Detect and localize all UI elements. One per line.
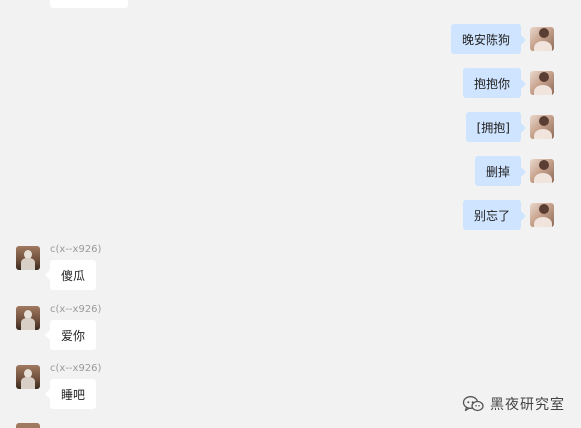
outgoing-message-bubble[interactable]: 删掉 bbox=[474, 156, 527, 186]
outgoing-message-bubble[interactable]: 抱抱你 bbox=[462, 68, 527, 98]
message-text: [拥抱] bbox=[476, 120, 510, 135]
outgoing-message: 删掉 bbox=[474, 156, 554, 186]
watermark: 黑夜研究室 bbox=[462, 394, 565, 414]
sender-name: c(x--x926) bbox=[50, 363, 102, 374]
self-avatar[interactable] bbox=[530, 115, 554, 139]
outgoing-message: 抱抱你 bbox=[462, 68, 554, 98]
outgoing-message-bubble[interactable]: [拥抱] bbox=[465, 112, 527, 142]
message-text: 抱抱你 bbox=[473, 76, 510, 91]
outgoing-message: [拥抱] bbox=[465, 112, 554, 142]
self-avatar[interactable] bbox=[530, 159, 554, 183]
watermark-text: 黑夜研究室 bbox=[490, 397, 565, 413]
outgoing-message: 别忘了 bbox=[462, 200, 554, 230]
message-text: 傻瓜 bbox=[61, 268, 86, 283]
incoming-message-bubble[interactable]: 傻瓜 bbox=[44, 260, 97, 290]
contact-avatar[interactable] bbox=[16, 246, 40, 270]
message-text: 晚安陈狗 bbox=[461, 32, 510, 47]
contact-avatar[interactable] bbox=[16, 365, 40, 389]
self-avatar[interactable] bbox=[530, 27, 554, 51]
contact-avatar[interactable] bbox=[16, 306, 40, 330]
message-text: 睡吧 bbox=[61, 387, 86, 402]
outgoing-message-bubble[interactable]: 晚安陈狗 bbox=[450, 24, 527, 54]
message-text: 删掉 bbox=[485, 164, 510, 179]
outgoing-message: 晚安陈狗 bbox=[450, 24, 554, 54]
message-text: 别忘了 bbox=[473, 208, 510, 223]
outgoing-message-bubble[interactable]: 别忘了 bbox=[462, 200, 527, 230]
incoming-message-bubble[interactable]: 睡吧 bbox=[44, 379, 97, 409]
self-avatar[interactable] bbox=[530, 203, 554, 227]
message-text: 爱你 bbox=[61, 328, 86, 343]
self-avatar[interactable] bbox=[530, 71, 554, 95]
wechat-official-account-icon bbox=[462, 395, 484, 413]
sender-name: c(x--x926) bbox=[50, 304, 102, 315]
chat-message-area[interactable]: 晚安陈狗 抱抱你 [拥抱] 删掉 别忘了 c(x--x926) 傻瓜 c(x--… bbox=[0, 0, 581, 428]
partial-message-bubble bbox=[50, 0, 128, 8]
partial-contact-avatar bbox=[16, 423, 40, 428]
sender-name: c(x--x926) bbox=[50, 244, 102, 255]
incoming-message-bubble[interactable]: 爱你 bbox=[44, 320, 97, 350]
